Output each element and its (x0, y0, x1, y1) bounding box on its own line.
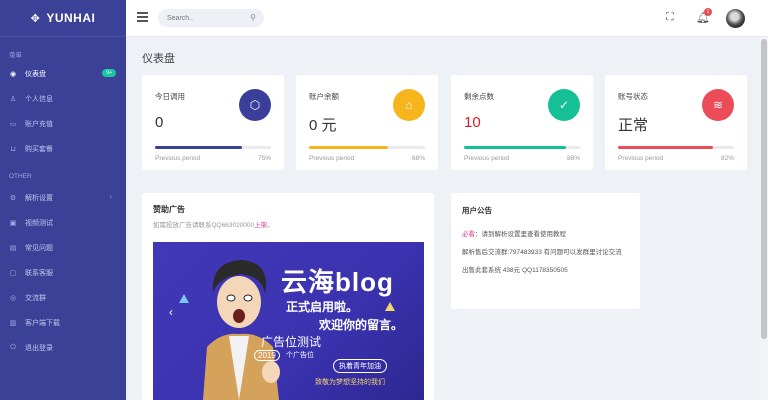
search-icon[interactable]: ⚲ (250, 13, 256, 22)
sidebar-item-label: 个人信息 (25, 95, 53, 103)
banner-line1: 正式启用啦。 (286, 300, 359, 314)
banner-line2: 欢迎你的留言。 (319, 318, 404, 332)
sidebar-item-profile[interactable]: ♙ 个人信息 (0, 86, 126, 111)
stat-footer-label: Previous period (464, 155, 510, 162)
progress-bar (309, 146, 425, 149)
banner-year: 2019 (254, 350, 280, 361)
stat-footer-label: Previous period (618, 155, 664, 162)
cartoon-figure (203, 260, 280, 400)
cube-icon: ⬡ (239, 89, 271, 121)
dashboard-icon: ◉ (9, 70, 17, 78)
video-icon: ▣ (9, 219, 17, 227)
sidebar-item-label: 解析设置 (25, 194, 53, 202)
stat-card-calls: 今日调用 0 ⬡ Previous period 75% (142, 75, 284, 170)
brand-logo-icon: ✥ (30, 12, 41, 25)
search-box: ⚲ (158, 9, 264, 27)
sidebar-item-label: 账户充值 (25, 120, 53, 128)
sidebar-item-faq[interactable]: ▤ 常见问题 (0, 235, 126, 260)
card-icon: ▭ (9, 120, 17, 128)
decor-triangle (385, 302, 395, 311)
sidebar-item-group[interactable]: ◎ 交流群 (0, 285, 126, 310)
ad-subtitle: 如需投放广告请联系QQ663020000上架。 (153, 219, 423, 229)
ad-subtitle-text: 如需投放广告请联系QQ663020000 (153, 222, 255, 229)
notice-title: 用户公告 (462, 206, 492, 215)
avatar[interactable] (726, 9, 745, 28)
sidebar-item-label: 退出登录 (25, 344, 53, 352)
notice-row-text: ：请到解析设置里查看使用教程 (475, 231, 566, 238)
notification-badge: 1 (704, 8, 712, 16)
sidebar-item-label: 交流群 (25, 294, 46, 302)
sidebar-item-buy[interactable]: ⊔ 购买套餐 (0, 136, 126, 161)
scrollbar[interactable] (760, 37, 768, 400)
sidebar-item-video-test[interactable]: ▣ 视频测试 (0, 210, 126, 235)
banner-ad-test: 广告位测试 (261, 335, 322, 349)
sidebar: ✥ YUNHAI 菜单 ◉ 仪表盘 9+ ♙ 个人信息 ▭ 账户充值 ⊔ 购买套… (0, 0, 126, 400)
progress-bar (618, 146, 734, 149)
sidebar-item-logout[interactable]: ⏻ 退出登录 (0, 335, 126, 360)
sidebar-item-recharge[interactable]: ▭ 账户充值 (0, 111, 126, 136)
section-menu: 菜单 (9, 52, 22, 59)
sidebar-item-contact[interactable]: ▢ 联系客服 (0, 260, 126, 285)
sidebar-item-parse-settings[interactable]: ⚙ 解析设置 › (0, 185, 126, 210)
sidebar-item-label: 仪表盘 (25, 70, 46, 78)
banner-headline: 云海blog (281, 267, 394, 297)
stat-card-balance: 账户余额 0 元 ⌂ Previous period 68% (296, 75, 438, 170)
ad-card: 赞助广告 如需投放广告请联系QQ663020000上架。 ‹ 云海blog 正式… (142, 193, 434, 400)
decor-triangle (179, 294, 189, 303)
stat-footer-value: 88% (566, 155, 580, 162)
progress-bar (155, 146, 271, 149)
section-other: OTHER (9, 173, 32, 180)
carousel-prev-icon[interactable]: ‹ (169, 305, 173, 319)
stat-card-points: 剩余点数 10 ✓ Previous period 88% (451, 75, 593, 170)
notice-row: 必看：请到解析设置里查看使用教程 (462, 230, 629, 240)
brand[interactable]: ✥ YUNHAI (0, 0, 126, 37)
stat-footer-value: 82% (720, 155, 734, 162)
doc-icon: ▤ (9, 244, 17, 252)
sidebar-item-label: 客户端下载 (25, 319, 60, 327)
chat-icon: ▢ (9, 269, 17, 277)
stat-footer-value: 75% (257, 155, 271, 162)
sidebar-item-label: 视频测试 (25, 219, 53, 227)
fullscreen-icon[interactable]: ⛶ (666, 11, 674, 24)
ad-contact-link[interactable]: 上架 (254, 222, 267, 229)
clipboard-icon: ✓ (548, 89, 580, 121)
notice-card: 用户公告 必看：请到解析设置里查看使用教程 解析售后交流群:797483933 … (451, 193, 640, 309)
sidebar-item-label: 常见问题 (25, 244, 53, 252)
tag-icon: ⌂ (393, 89, 425, 121)
cart-icon: ⊔ (10, 145, 16, 153)
banner-pill: 执着青年加油 (333, 359, 387, 373)
stat-footer-label: Previous period (155, 155, 201, 162)
ad-subtitle-suffix: 。 (267, 222, 274, 229)
sidebar-item-dashboard[interactable]: ◉ 仪表盘 9+ (0, 61, 126, 86)
group-icon: ◎ (9, 294, 17, 302)
sidebar-item-download[interactable]: ▥ 客户端下载 (0, 310, 126, 335)
chevron-right-icon: › (109, 194, 112, 201)
ad-title: 赞助广告 (153, 205, 185, 214)
sidebar-item-label: 联系客服 (25, 269, 53, 277)
ad-banner[interactable]: ‹ 云海blog 正式启用啦。 欢迎你的留言。 广告位测试 2019 个广告位 … (153, 242, 424, 400)
progress-bar (464, 146, 580, 149)
stat-card-status: 账号状态 正常 ≋ Previous period 82% (605, 75, 747, 170)
stat-footer-value: 68% (411, 155, 425, 162)
gear-icon: ⚙ (9, 194, 17, 202)
search-input[interactable] (167, 14, 247, 22)
dashboard-badge: 9+ (102, 69, 116, 77)
notice-row: 出售此套系统 438元 QQ1178350505 (462, 267, 568, 274)
power-icon: ⏻ (10, 343, 16, 351)
sidebar-item-label: 购买套餐 (25, 145, 53, 153)
notice-row: 解析售后交流群:797483933 有问题可以发群里讨论交流 (462, 249, 622, 256)
topbar: ⚲ ⛶ 🔔︎ 1 (126, 0, 768, 37)
menu-toggle-icon[interactable] (137, 12, 148, 24)
brand-name: YUNHAI (46, 11, 96, 25)
user-icon: ♙ (9, 95, 17, 103)
download-icon: ▥ (9, 319, 17, 327)
stat-footer-label: Previous period (309, 155, 355, 162)
layers-icon: ≋ (702, 89, 734, 121)
page-title: 仪表盘 (142, 53, 175, 65)
banner-pos: 个广告位 (286, 352, 314, 359)
notice-must: 必看 (462, 231, 475, 238)
banner-tagline: 致敬为梦想坚持的我们 (315, 379, 385, 386)
scrollbar-thumb[interactable] (761, 39, 767, 339)
